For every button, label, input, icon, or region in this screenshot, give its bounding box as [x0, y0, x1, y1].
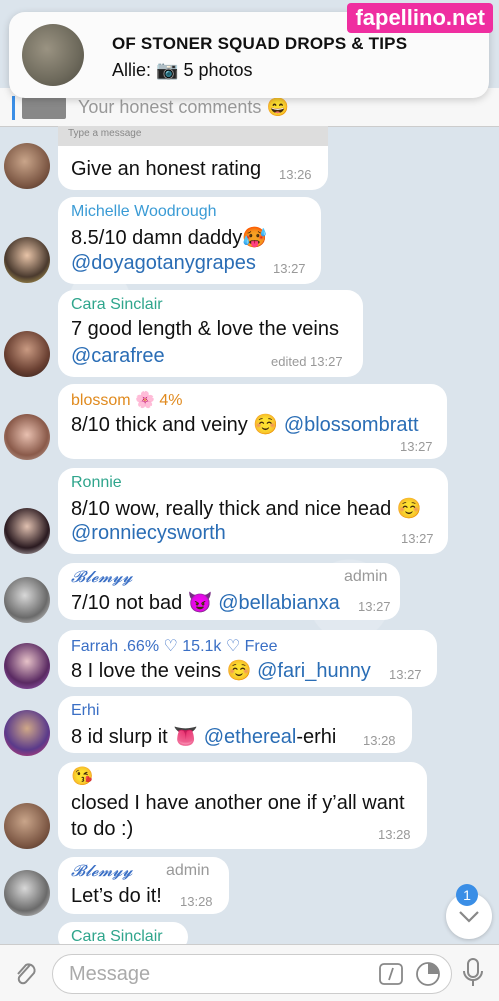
message-bubble[interactable]: 𝓑𝓵𝓮𝓶𝔂𝔂 admin 7/10 not bad 😈 @bellabianxa… — [58, 563, 400, 620]
message-input-bar — [0, 944, 499, 1001]
avatar[interactable] — [4, 710, 50, 756]
paperclip-icon[interactable] — [12, 959, 40, 987]
avatar[interactable] — [4, 643, 50, 689]
message-text: 7 good length & love the veins — [71, 318, 339, 340]
message-time: 13:27 — [400, 439, 433, 454]
message-bubble[interactable]: Farrah .66% ♡ 15.1k ♡ Free 8 I love the … — [58, 630, 437, 687]
mention-suffix: -erhi — [296, 726, 337, 748]
message-time: 13:26 — [279, 167, 312, 182]
avatar[interactable] — [4, 331, 50, 377]
pinned-thumbnail — [22, 97, 66, 119]
message-input[interactable] — [67, 961, 371, 987]
message-text-line2: to do :) — [71, 818, 134, 840]
image-crop: Type a message — [58, 126, 328, 146]
message-text: 8 I love the veins ☺️ @fari_hunny — [71, 658, 371, 683]
unread-badge: 1 — [456, 884, 478, 906]
admin-label: admin — [166, 862, 210, 879]
message-text: 8/10 thick and veiny ☺️ @blossombratt — [71, 412, 419, 437]
sender-name: 𝓑𝓵𝓮𝓶𝔂𝔂 — [71, 863, 133, 880]
message-time: 13:27 — [273, 261, 306, 276]
camera-icon: 📷 — [156, 60, 179, 80]
notification-title: OF STONER SQUAD DROPS & TIPS — [112, 34, 408, 53]
message-bubble[interactable]: Ronnie 8/10 wow, really thick and nice h… — [58, 468, 448, 554]
message-text: closed I have another one if y’all want — [71, 792, 405, 814]
watermark: fapellino.net — [347, 3, 493, 33]
message-text: 8 id slurp it 👅 @ethereal-erhi — [71, 724, 336, 749]
message-text: 7/10 not bad 😈 @bellabianxa — [71, 590, 340, 615]
chat-avatar — [22, 24, 84, 86]
message-text: 8/10 wow, really thick and nice head ☺️ — [71, 498, 422, 520]
message-bubble[interactable]: 😘 closed I have another one if y’all wan… — [58, 762, 427, 849]
message-field[interactable] — [52, 954, 452, 994]
notification-sender: Allie: — [112, 60, 152, 80]
message-time: 13:27 — [389, 667, 422, 682]
mention-link[interactable]: @carafree — [71, 345, 165, 368]
message-time: 13:28 — [363, 733, 396, 748]
message-time: 13:27 — [401, 531, 434, 546]
message-bubble[interactable]: Erhi 8 id slurp it 👅 @ethereal-erhi 13:2… — [58, 696, 412, 753]
avatar[interactable] — [4, 803, 50, 849]
pinned-indicator — [12, 96, 15, 120]
message-time: edited 13:27 — [271, 354, 343, 369]
sender-name: Erhi — [71, 702, 100, 719]
message-text: Give an honest rating — [71, 158, 262, 180]
message-emoji: 😘 — [71, 766, 94, 786]
message-bubble[interactable]: blossom 🌸 4% 8/10 thick and veiny ☺️ @bl… — [58, 384, 447, 459]
sender-name: Ronnie — [71, 474, 122, 491]
mention-link[interactable]: @fari_hunny — [257, 660, 371, 682]
mention-link[interactable]: @ethereal — [204, 726, 297, 748]
avatar[interactable] — [4, 870, 50, 916]
image-crop-text: Type a message — [68, 128, 142, 139]
notification-text: 5 photos — [183, 60, 253, 80]
message-body: 8 I love the veins ☺️ — [71, 660, 252, 682]
message-body: 8/10 thick and veiny ☺️ — [71, 414, 279, 436]
sticker-icon[interactable] — [415, 961, 441, 987]
avatar[interactable] — [4, 143, 50, 189]
pinned-text: Your honest comments 😄 — [78, 97, 289, 117]
sender-name: Farrah .66% ♡ 15.1k ♡ Free — [71, 638, 278, 655]
microphone-icon[interactable] — [461, 957, 485, 989]
message-body: 7/10 not bad 😈 — [71, 592, 213, 614]
avatar[interactable] — [4, 508, 50, 554]
avatar[interactable] — [4, 237, 50, 283]
message-time: 13:28 — [180, 894, 213, 909]
mention-link[interactable]: @bellabianxa — [218, 592, 340, 614]
message-text: 8.5/10 damn daddy🥵 — [71, 227, 268, 249]
avatar[interactable] — [4, 577, 50, 623]
message-body: 8 id slurp it 👅 — [71, 726, 199, 748]
message-time: 13:28 — [378, 827, 411, 842]
sender-name: blossom 🌸 4% — [71, 392, 183, 409]
sender-name: Michelle Woodrough — [71, 203, 217, 220]
admin-label: admin — [344, 568, 388, 585]
slash-command-icon[interactable] — [379, 963, 403, 985]
message-bubble[interactable]: Cara Sinclair 7 good length & love the v… — [58, 290, 363, 377]
message-bubble[interactable]: Michelle Woodrough 8.5/10 damn daddy🥵 @d… — [58, 197, 321, 284]
message-bubble[interactable]: Give an honest rating 13:26 — [58, 146, 328, 190]
avatar[interactable] — [4, 414, 50, 460]
message-time: 13:27 — [358, 599, 391, 614]
message-text: Let’s do it! — [71, 885, 162, 907]
mention-link[interactable]: @blossombratt — [284, 414, 419, 436]
notification-body: Allie: 📷 5 photos — [112, 60, 253, 81]
sender-name: Cara Sinclair — [71, 296, 163, 313]
mention-link[interactable]: @ronniecysworth — [71, 522, 226, 545]
mention-link[interactable]: @doyagotanygrapes — [71, 252, 256, 275]
message-bubble[interactable]: 𝓑𝓵𝓮𝓶𝔂𝔂 admin Let’s do it! 13:28 — [58, 857, 229, 914]
sender-name: 𝓑𝓵𝓮𝓶𝔂𝔂 — [71, 569, 133, 586]
